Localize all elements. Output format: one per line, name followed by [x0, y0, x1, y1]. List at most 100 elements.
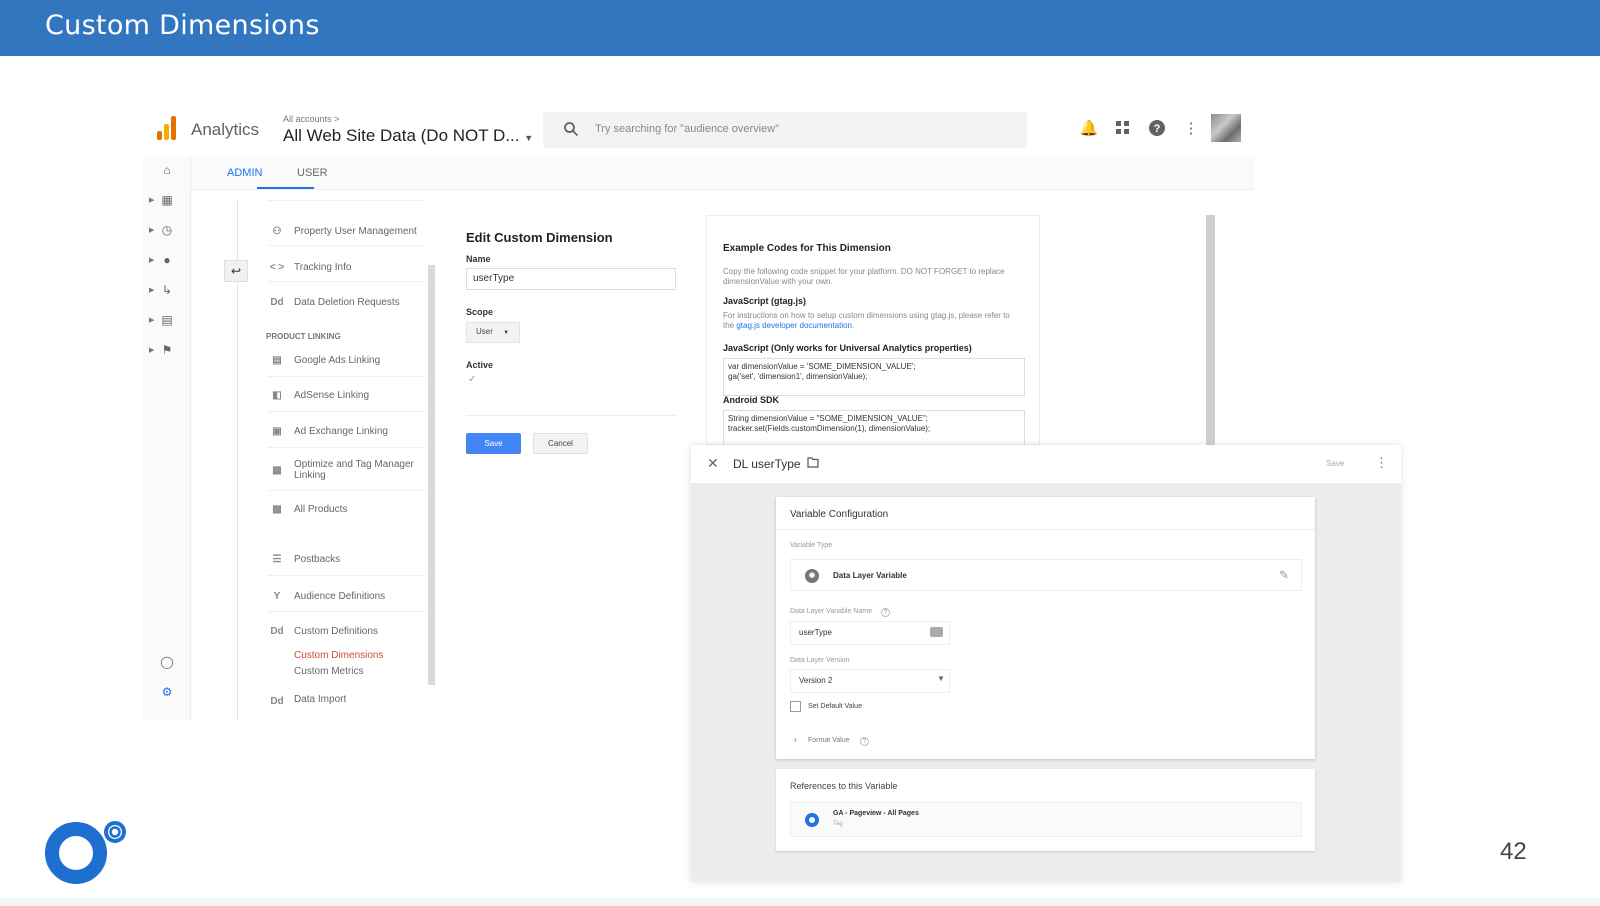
android-code-box[interactable]: String dimensionValue = "SOME_DIMENSION_…	[723, 410, 1025, 448]
android-heading: Android SDK	[723, 395, 779, 405]
apps-grid-icon[interactable]	[1113, 118, 1133, 138]
dd-icon: Dd	[270, 695, 284, 705]
analytics-topbar: Analytics All accounts > All Web Site Da…	[143, 100, 1255, 156]
set-default-value-label: Set Default Value	[808, 703, 862, 710]
name-field[interactable]: userType	[466, 268, 676, 290]
products-icon: ▩	[272, 503, 282, 515]
menu-item-label: All Products	[294, 503, 348, 515]
menu-item-data-import[interactable]: Dd Data Import	[268, 694, 418, 704]
folder-icon[interactable]	[807, 457, 819, 468]
property-selector[interactable]: All Web Site Data (Do NOT D... ▼	[283, 126, 533, 146]
property-name: All Web Site Data (Do NOT D...	[283, 126, 520, 145]
flag-icon[interactable]: ⚑	[159, 342, 175, 358]
sub-link-custom-metrics[interactable]: Custom Metrics	[294, 666, 363, 677]
menu-item-tracking-info[interactable]: < > Tracking Info	[268, 260, 418, 274]
menu-item-property-user-management[interactable]: ⚇ Property User Management	[268, 224, 418, 238]
set-default-value-checkbox[interactable]	[790, 701, 801, 712]
ua-code-box[interactable]: var dimensionValue = 'SOME_DIMENSION_VAL…	[723, 358, 1025, 396]
menu-item-label: Audience Definitions	[294, 590, 386, 602]
variable-type-row[interactable]: ◉ Data Layer Variable ✎	[790, 559, 1302, 591]
example-codes-panel: Example Codes for This Dimension Copy th…	[706, 215, 1040, 448]
menu-item-all-products[interactable]: ▩ All Products	[268, 502, 418, 516]
slide: Custom Dimensions Analytics All accounts…	[0, 0, 1600, 906]
acquisition-icon[interactable]: ↳	[159, 282, 175, 298]
menu-item-custom-definitions[interactable]: Dd Custom Definitions	[268, 624, 418, 638]
tab-admin[interactable]: ADMIN	[227, 167, 262, 179]
page-scrollbar[interactable]	[1206, 215, 1215, 445]
search-input[interactable]: Try searching for "audience overview"	[595, 123, 779, 135]
variable-name[interactable]: DL userType	[733, 457, 801, 471]
menu-item-label: Property User Management	[294, 225, 417, 237]
behavior-icon[interactable]: ▤	[159, 312, 175, 328]
form-title: Edit Custom Dimension	[466, 230, 613, 245]
lightbulb-icon[interactable]: ◯	[159, 654, 175, 670]
avatar[interactable]	[1211, 114, 1241, 142]
close-icon[interactable]: ✕	[707, 455, 719, 472]
menu-divider	[268, 490, 426, 491]
save-button[interactable]: Save	[466, 433, 521, 454]
gtag-docs-link[interactable]: gtag.js developer documentation	[736, 321, 852, 330]
help-icon[interactable]: ?	[881, 608, 890, 617]
menu-item-postbacks[interactable]: ☰ Postbacks	[268, 552, 418, 566]
caret-down-icon: ▼	[937, 674, 945, 683]
variable-type-label: Variable Type	[790, 542, 833, 549]
home-icon[interactable]: ⌂	[159, 162, 175, 178]
codes-intro: Copy the following code snippet for your…	[723, 267, 1005, 286]
menu-item-optimize-tag-manager-linking[interactable]: ▩ Optimize and Tag Manager Linking	[268, 459, 418, 481]
expand-arrow-icon[interactable]: ▶	[149, 286, 154, 294]
help-icon[interactable]: ?	[860, 737, 869, 746]
menu-item-ad-exchange-linking[interactable]: ▣ Ad Exchange Linking	[268, 424, 418, 438]
menu-item-label: AdSense Linking	[294, 389, 370, 401]
codes-title: Example Codes for This Dimension	[723, 243, 891, 254]
tab-user[interactable]: USER	[297, 167, 328, 179]
clock-icon[interactable]: ◷	[159, 222, 175, 238]
back-arrow-icon[interactable]: ↩	[224, 260, 248, 282]
active-checkbox[interactable]: ✓	[468, 374, 476, 385]
ads-icon: ▤	[272, 354, 282, 366]
menu-item-label: Ad Exchange Linking	[294, 425, 388, 437]
gtm-save-button[interactable]: Save	[1326, 459, 1344, 468]
search-bar[interactable]: Try searching for "audience overview"	[543, 112, 1027, 148]
menu-item-google-ads-linking[interactable]: ▤ Google Ads Linking	[268, 353, 418, 367]
variable-configuration-card: Variable Configuration Variable Type ◉ D…	[776, 497, 1315, 759]
code-icon: < >	[269, 261, 285, 273]
menu-item-label: Data Deletion Requests	[294, 296, 400, 308]
bell-icon[interactable]: 🔔	[1079, 118, 1099, 138]
cancel-button[interactable]: Cancel	[533, 433, 588, 454]
format-value-label[interactable]: Format Value	[808, 737, 850, 744]
expand-arrow-icon[interactable]: ▶	[149, 196, 154, 204]
expand-arrow-icon[interactable]: ▶	[149, 256, 154, 264]
sub-link-custom-dimensions[interactable]: Custom Dimensions	[294, 650, 383, 661]
pencil-icon[interactable]: ✎	[1279, 568, 1289, 582]
gtag-heading: JavaScript (gtag.js)	[723, 296, 807, 306]
reference-row[interactable]: GA - Pageview - All Pages Tag	[790, 802, 1302, 837]
person-icon[interactable]: ●	[159, 252, 175, 268]
menu-item-data-deletion-requests[interactable]: Dd Data Deletion Requests	[268, 295, 418, 309]
help-icon[interactable]: ?	[1147, 118, 1167, 138]
column-scrollbar[interactable]	[428, 265, 435, 685]
slide-footer-band	[0, 898, 1600, 906]
analytics-brand: Analytics	[191, 120, 260, 139]
more-vert-icon[interactable]: ⋮	[1181, 118, 1201, 138]
tag-manager-variable-panel: ✕ DL userType Save ⋮ Variable Configurat…	[691, 445, 1401, 882]
breadcrumb[interactable]: All accounts >	[283, 114, 339, 124]
menu-item-audience-definitions[interactable]: Y Audience Definitions	[268, 589, 418, 603]
caret-down-icon: ▼	[503, 330, 510, 336]
ua-heading: JavaScript (Only works for Universal Ana…	[723, 343, 972, 353]
reference-tag-type: Tag	[833, 821, 843, 827]
gear-icon[interactable]: ⚙	[159, 684, 175, 700]
more-vert-icon[interactable]: ⋮	[1375, 455, 1388, 471]
variable-picker-icon[interactable]	[930, 627, 943, 637]
company-logo-icon	[45, 821, 126, 884]
scope-select[interactable]: User ▼	[466, 322, 520, 343]
menu-item-adsense-linking[interactable]: ◧ AdSense Linking	[268, 388, 418, 402]
expand-arrow-icon[interactable]: ▶	[149, 316, 154, 324]
expand-arrow-icon[interactable]: ▶	[149, 346, 154, 354]
code-line: var dimensionValue = 'SOME_DIMENSION_VAL…	[728, 362, 916, 371]
dashboard-icon[interactable]: ▦	[159, 192, 175, 208]
expand-arrow-icon[interactable]: ▶	[149, 226, 154, 234]
dl-version-select[interactable]: Version 2 ▼	[790, 669, 950, 693]
dl-variable-name-input[interactable]: userType	[790, 621, 950, 645]
chevron-right-icon[interactable]: ›	[794, 735, 797, 744]
search-icon	[564, 122, 579, 137]
